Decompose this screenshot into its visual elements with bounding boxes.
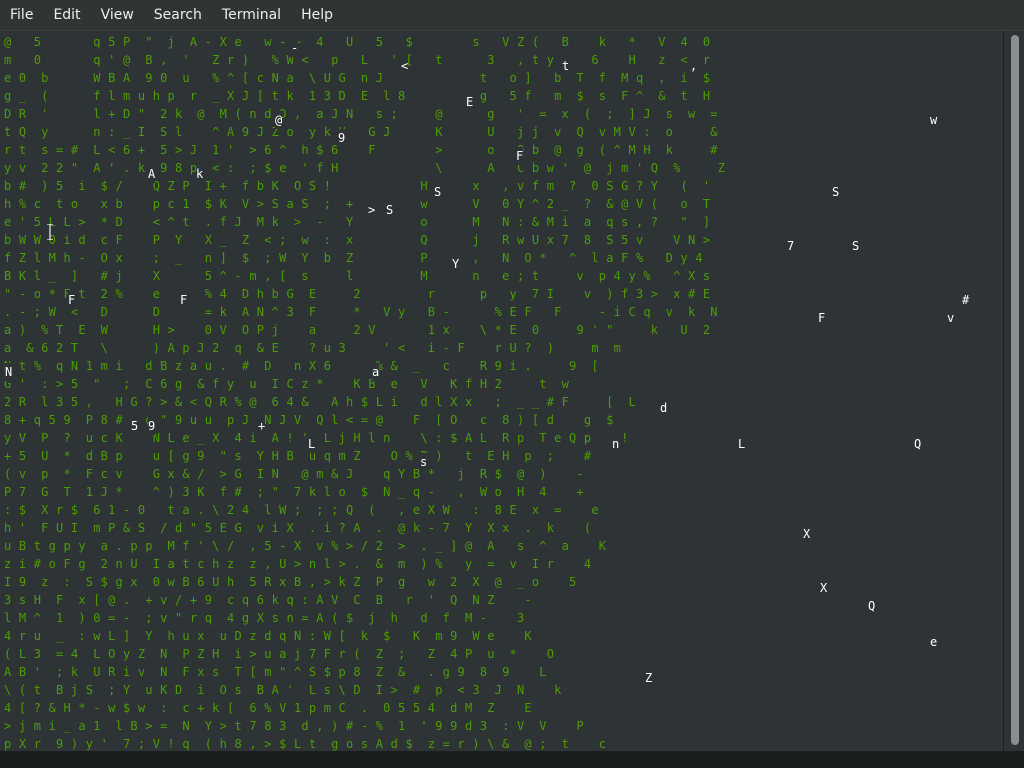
highlighted-char: d xyxy=(660,399,668,417)
highlighted-char: E xyxy=(466,93,474,111)
highlighted-char: F xyxy=(68,291,76,309)
highlighted-char: L xyxy=(738,435,746,453)
highlighted-char: F xyxy=(516,147,524,165)
highlighted-char: # xyxy=(962,291,970,309)
highlighted-char: - xyxy=(291,39,299,57)
vertical-scrollbar[interactable] xyxy=(1003,31,1024,751)
highlighted-char: Q xyxy=(868,597,876,615)
matrix-rain-text: @ 5 q 5 P " j A - X e w - ~ 4 U 5 $ s V … xyxy=(4,35,726,751)
highlighted-char: < xyxy=(401,57,409,75)
highlighted-char: A xyxy=(148,165,156,183)
highlighted-char: + xyxy=(258,417,266,435)
highlighted-char: 5 xyxy=(131,417,139,435)
menu-view[interactable]: View xyxy=(91,0,144,30)
highlighted-char: Q xyxy=(914,435,922,453)
highlighted-char: S xyxy=(434,183,442,201)
highlighted-char: F xyxy=(818,309,826,327)
highlighted-char: k xyxy=(196,165,204,183)
terminal-window: File Edit View Search Terminal Help @ 5 … xyxy=(0,0,1024,768)
scrollbar-thumb[interactable] xyxy=(1011,35,1019,745)
highlighted-char: N xyxy=(5,363,13,381)
highlighted-char: S xyxy=(386,201,394,219)
menubar: File Edit View Search Terminal Help xyxy=(0,0,1024,30)
highlighted-char: S xyxy=(852,237,860,255)
highlighted-char: 7 xyxy=(787,237,795,255)
highlighted-char: Z xyxy=(645,669,653,687)
highlighted-char: a xyxy=(372,363,380,381)
menu-search[interactable]: Search xyxy=(144,0,212,30)
highlighted-char: L xyxy=(308,435,316,453)
highlighted-char: , xyxy=(690,57,698,75)
highlighted-char: S xyxy=(832,183,840,201)
menu-file[interactable]: File xyxy=(0,0,43,30)
highlighted-char: w xyxy=(930,111,938,129)
menu-help[interactable]: Help xyxy=(291,0,343,30)
highlighted-char: v xyxy=(947,309,955,327)
highlighted-char: 9 xyxy=(338,129,346,147)
menu-terminal[interactable]: Terminal xyxy=(212,0,291,30)
window-bottom-edge xyxy=(0,751,1024,768)
menu-edit[interactable]: Edit xyxy=(43,0,90,30)
highlighted-char: 9 xyxy=(148,417,156,435)
text-cursor-icon xyxy=(47,224,53,240)
highlighted-char: n xyxy=(612,435,620,453)
highlighted-char: X xyxy=(803,525,811,543)
highlighted-char: e xyxy=(930,633,938,651)
highlighted-char: F xyxy=(180,291,188,309)
highlighted-char: @ xyxy=(275,111,283,129)
terminal-output[interactable]: @ 5 q 5 P " j A - X e w - ~ 4 U 5 $ s V … xyxy=(0,31,1003,751)
highlighted-char: s xyxy=(420,453,428,471)
highlighted-char: t xyxy=(562,57,570,75)
highlighted-char: > xyxy=(368,201,376,219)
highlighted-char: Y xyxy=(452,255,460,273)
highlighted-char: X xyxy=(820,579,828,597)
